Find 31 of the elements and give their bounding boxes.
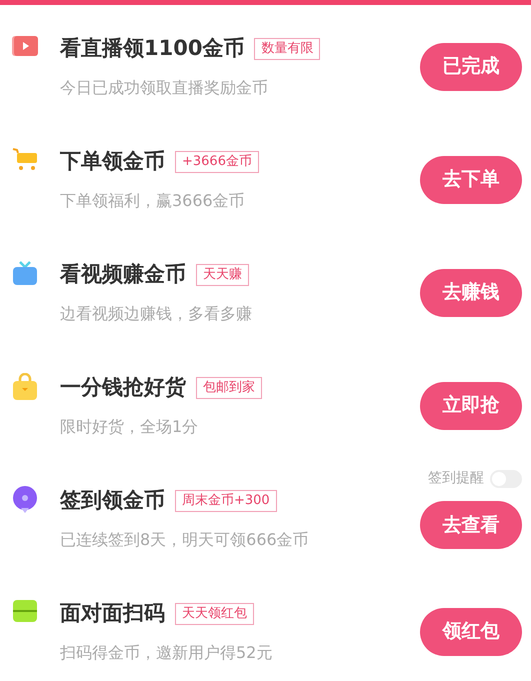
task-description: 下单领福利，赢3666金币 [60, 190, 246, 212]
play-icon [12, 34, 38, 58]
task-description: 今日已成功领取直播奖励金币 [60, 77, 269, 100]
task-button[interactable]: 领红包 [420, 608, 522, 656]
task-title: 签到领金币 [60, 486, 165, 514]
task-tag: 天天赚 [196, 264, 249, 286]
task-tag: +3666金币 [175, 150, 259, 172]
task-title: 面对面扫码 [60, 600, 165, 627]
task-button[interactable]: 已完成 [420, 42, 522, 90]
task-description: 已连续签到8天，明天可领666金币 [60, 529, 310, 552]
task-title: 一分钱抢好货 [60, 374, 186, 401]
task-description: 限时好货，全场1分 [60, 416, 200, 438]
location-pin-icon [12, 486, 38, 514]
cart-icon [12, 147, 38, 171]
task-description: 扫码得金币，邀新用户得52元 [60, 642, 274, 664]
task-tag: 包邮到家 [196, 376, 262, 398]
task-button[interactable]: 去查看 [420, 501, 522, 549]
task-title: 下单领金币 [60, 148, 165, 175]
task-title: 看直播领1100金币 [60, 34, 244, 62]
task-title: 看视频赚金币 [60, 260, 186, 288]
task-tag: 周末金币+300 [175, 490, 277, 512]
task-button[interactable]: 去下单 [420, 156, 522, 204]
tv-icon [12, 260, 38, 286]
reminder-label: 签到提醒 [428, 469, 484, 488]
scan-icon [12, 599, 38, 623]
task-description: 边看视频边赚钱，多看多赚 [60, 303, 253, 326]
task-tag: 数量有限 [254, 38, 320, 60]
task-button[interactable]: 立即抢 [420, 382, 522, 430]
task-button[interactable]: 去赚钱 [420, 268, 522, 316]
task-tag: 天天领红包 [175, 602, 254, 624]
bag-icon [12, 373, 38, 401]
